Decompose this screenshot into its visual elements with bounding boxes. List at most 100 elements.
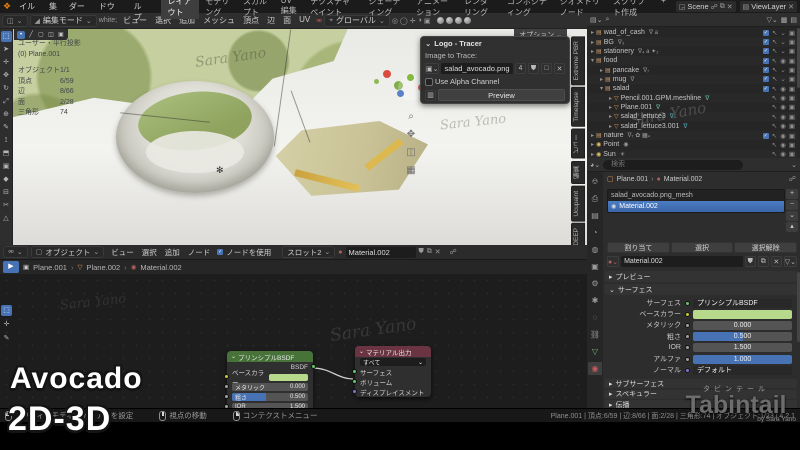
scene-selector[interactable]: ◲ Scene ☍ ⧉ ✕ (675, 1, 736, 12)
collapse-arrow-icon[interactable]: ⌄ (231, 353, 236, 360)
select-box-tool-icon[interactable]: ⬚ (1, 305, 12, 316)
outliner-item-Pencil.001.GPM.meshline[interactable]: ▸ ▽ Pencil.001.GPM.meshline ∇ ↖ ◉ ▣ (587, 93, 797, 103)
selectable-icon[interactable]: ↖ (772, 141, 777, 149)
options-icon[interactable]: ▤ (790, 16, 797, 24)
outliner-item-Sun[interactable]: ▸ ◉ Sun ☀ ↖ ◉ ▣ (587, 149, 797, 158)
collection-checkbox[interactable]: ✓ (762, 67, 769, 74)
eye-open-icon[interactable]: ◉ (780, 85, 786, 93)
collapsed-arrow-icon[interactable]: ▸ (609, 104, 612, 111)
fake-user-icon[interactable]: ⛊ (528, 63, 539, 74)
modifier-properties-tab[interactable]: ⚙ (588, 277, 602, 290)
users-count-button[interactable]: 4 (515, 63, 526, 74)
red-sphere-object[interactable] (383, 70, 391, 78)
image-name-field[interactable]: salad_avocado.png (441, 63, 513, 74)
constraints-properties-tab[interactable]: ⛓ (588, 328, 602, 341)
selectable-icon[interactable]: ↖ (772, 103, 777, 111)
collapsed-arrow-icon[interactable]: ▸ (609, 123, 612, 130)
camera-visibility-icon[interactable]: ▣ (789, 103, 795, 111)
eye-closed-icon[interactable]: ⌄ (780, 66, 785, 74)
outliner-item-wad_of_cash[interactable]: ▸ ▤ wad_of_cash ∇ a ✓ ↖ ⌄ ▣ (587, 28, 797, 37)
collection-checkbox[interactable]: ✓ (762, 48, 769, 55)
row-slider[interactable]: 粗さ 0.500 (232, 393, 308, 401)
shader-type-selector[interactable]: ▢ オブジェクト ⌄ (30, 246, 105, 258)
viewlayer-properties-tab[interactable]: ▤ (588, 209, 602, 222)
camera-visibility-icon[interactable]: ▣ (789, 75, 795, 83)
selectable-icon[interactable]: ↖ (772, 47, 777, 55)
workspace-tab-10[interactable]: スクリプト作成 (607, 0, 655, 19)
selectable-icon[interactable]: ↖ (772, 132, 777, 140)
row-value-field[interactable] (693, 309, 792, 319)
workspace-tab-8[interactable]: コンポジティング (501, 0, 554, 19)
green-sphere-object-small[interactable] (374, 79, 379, 84)
eye-open-icon[interactable]: ◉ (780, 150, 786, 158)
scene-properties-tab[interactable]: ◔ (588, 226, 602, 239)
collapsed-arrow-icon[interactable]: ▸ (591, 141, 594, 148)
material-name-field[interactable]: Material.002 (621, 256, 743, 267)
outliner-item-stationery[interactable]: ▸ ▤ stationery ∇₄ a ✦₂ ✓ ↖ ⌄ ▣ (587, 47, 797, 56)
render-properties-tab[interactable]: ⎊ (588, 175, 602, 188)
outliner-item-salad[interactable]: ▾ ▤ salad ✓ ↖ ◉ ▣ (587, 84, 797, 93)
workspace-tab-1[interactable]: モデリング (199, 0, 237, 19)
annotate-tool-icon[interactable]: ✎ (1, 122, 12, 133)
rotate-tool-icon[interactable]: ↻ (1, 83, 12, 94)
breadcrumb-item[interactable]: Plane.002 (86, 263, 120, 272)
selectable-icon[interactable]: ↖ (772, 75, 777, 83)
camera-visibility-icon[interactable]: ▣ (789, 132, 795, 140)
expanded-arrow-icon[interactable]: ▾ (600, 85, 603, 92)
menu-render[interactable]: レンダー (64, 0, 94, 23)
base-color-swatch[interactable] (269, 373, 308, 381)
node-menu-3[interactable]: ノード (184, 247, 215, 258)
node-menu-0[interactable]: ビュー (107, 247, 138, 258)
row-value-field[interactable]: 1.500 (693, 343, 792, 353)
box-select-tool-icon[interactable]: ⬚ (0, 31, 12, 42)
collapsed-arrow-icon[interactable]: ▸ (609, 113, 612, 120)
ortho-toggle-icon[interactable]: ▦ (403, 163, 419, 179)
outliner-item-salad_lettuce3.001[interactable]: ▸ ▽ salad_lettuce3.001 ∇ ↖ ◉ ▣ (587, 122, 797, 131)
camera-visibility-icon[interactable]: ▣ (789, 66, 795, 74)
vertex-select-icon[interactable]: • (17, 30, 25, 39)
pin-icon[interactable]: ☍ (711, 3, 718, 11)
physics-properties-tab[interactable]: ◌ (588, 311, 602, 324)
camera-visibility-icon[interactable]: ▣ (789, 141, 795, 149)
slot-selector[interactable]: スロット2 ⌄ (282, 246, 336, 258)
unlink-icon[interactable]: ✕ (770, 256, 782, 267)
viewlayer-selector[interactable]: ▤ ViewLayer ✕ (739, 1, 797, 12)
axis-y-handle[interactable] (407, 74, 414, 81)
workspace-tab-0[interactable]: レイアウト (161, 0, 200, 19)
input-socket[interactable] (224, 384, 229, 389)
selectable-icon[interactable]: ↖ (772, 122, 777, 130)
outliner-item-BG[interactable]: ▸ ▤ BG ∇₃ ✓ ↖ ⌄ ▣ (587, 37, 797, 47)
copy-icon[interactable]: ⧉ (427, 248, 432, 256)
poly-build-tool-icon[interactable]: △ (1, 213, 12, 224)
breadcrumb-object[interactable]: Plane.001 (617, 176, 649, 183)
pan-tool-icon[interactable]: ✥ (403, 127, 419, 143)
camera-visibility-icon[interactable]: ▣ (789, 47, 795, 55)
workspace-tab-3[interactable]: UV編集 (275, 0, 304, 19)
row-value-field[interactable]: 1.000 (693, 354, 792, 364)
eye-closed-icon[interactable]: ⌄ (780, 29, 785, 37)
properties-editor[interactable]: ▢ Plane.001 › ● Material.002 ☍ salad_avo… (603, 172, 800, 408)
material-slot-0[interactable]: salad_avocado.png_mesh (608, 190, 784, 201)
scale-tool-icon[interactable]: ⤢ (1, 96, 12, 107)
filter-icon[interactable]: ▽⌄ (767, 16, 778, 24)
preview-button[interactable]: Preview (438, 89, 565, 101)
input-socket[interactable] (352, 379, 357, 384)
editor-type-button[interactable]: ⚮ ⌄ (3, 246, 28, 258)
eye-closed-icon[interactable]: ⌄ (780, 38, 785, 46)
eye-open-icon[interactable]: ◉ (780, 132, 786, 140)
move-tool-icon[interactable]: ✥ (1, 70, 12, 81)
cursor-tool-icon[interactable]: ✛ (1, 319, 12, 330)
unlink-icon[interactable]: ✕ (554, 63, 565, 74)
output-target-dropdown[interactable]: すべて ⌄ (360, 358, 426, 366)
eye-closed-icon[interactable]: ⌄ (780, 75, 785, 83)
workspace-tab-9[interactable]: ジオメトリノード (554, 0, 607, 19)
face-select-icon[interactable]: ▢ (37, 31, 45, 39)
bsdf-output-socket[interactable] (311, 364, 316, 369)
sidebar-tab-5[interactable]: DEEP (571, 223, 585, 245)
camera-visibility-icon[interactable]: ▣ (789, 122, 795, 130)
row-value-field[interactable]: 0.500 (693, 332, 792, 342)
menu-file[interactable]: ファイル (14, 0, 44, 23)
unlink-icon[interactable]: ✕ (435, 248, 441, 256)
collapsed-arrow-icon[interactable]: ▸ (600, 76, 603, 83)
viewport-3d[interactable]: ✻ ⌕ ✥ ◫ ▦ ⬚ ➤ ✛ ✥ ↻ ⤢ ⊕ ✎ ⟟ ⬒ ▣ ◆ ⊟ ✂ △ • ╱ ▢ ◫ ▣ オプショ… (0, 29, 587, 245)
